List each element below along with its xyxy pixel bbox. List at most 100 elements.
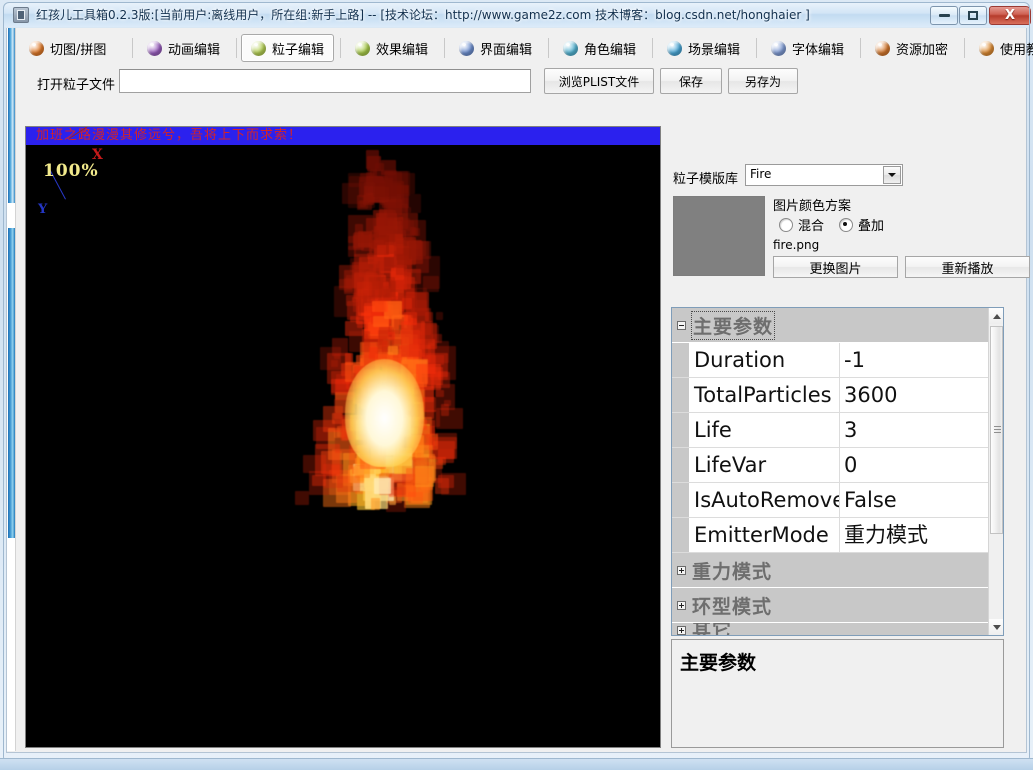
property-category-label: 重力模式 bbox=[692, 560, 773, 583]
particle-sprite bbox=[348, 331, 371, 352]
property-grid-scrollbar[interactable] bbox=[988, 308, 1003, 635]
particle-sprite bbox=[374, 468, 381, 474]
property-value[interactable]: -1 bbox=[840, 343, 988, 377]
property-value[interactable]: 0 bbox=[840, 448, 988, 482]
property-row[interactable]: TotalParticles 3600 bbox=[672, 378, 988, 413]
tab-2[interactable]: 动画编辑 bbox=[137, 34, 230, 62]
scroll-down-icon[interactable] bbox=[989, 619, 1003, 635]
tab-label: 界面编辑 bbox=[480, 42, 533, 58]
expand-icon[interactable] bbox=[677, 600, 686, 610]
particle-sprite bbox=[356, 281, 373, 297]
particle-preview-canvas[interactable]: 加班之路漫漫其修远兮，吾将上下而求索！ X Y 100% bbox=[25, 126, 661, 748]
change-image-button[interactable]: 更换图片 bbox=[773, 256, 898, 278]
radio-blend-label: 混合 bbox=[798, 219, 825, 234]
tab-separator bbox=[756, 38, 757, 58]
orange-ball-icon bbox=[875, 40, 890, 56]
tab-separator bbox=[132, 38, 133, 58]
property-value[interactable]: 重力模式 bbox=[840, 518, 988, 552]
property-value[interactable]: False bbox=[840, 483, 988, 517]
particle-sprite bbox=[369, 277, 396, 297]
particle-sprite bbox=[366, 150, 380, 169]
property-name: LifeVar bbox=[690, 448, 840, 482]
open-file-label: 打开粒子文件 bbox=[37, 78, 116, 93]
title-bar: 红孩儿工具箱0.2.3版:[当前用户:离线用户，所在组:新手上路] -- [技术… bbox=[4, 3, 1031, 27]
tab-3[interactable]: 粒子编辑 bbox=[241, 34, 335, 62]
property-grid[interactable]: 主要参数 Duration -1 TotalParticles 3600 Life 3 Lif… bbox=[671, 307, 1004, 636]
property-category-row[interactable]: 环型模式 bbox=[672, 588, 988, 623]
green-ball-icon bbox=[355, 40, 370, 56]
particle-sprite bbox=[434, 390, 444, 398]
particle-sprite bbox=[349, 176, 362, 188]
particle-sprite bbox=[401, 321, 426, 357]
tab-8[interactable]: 字体编辑 bbox=[761, 34, 854, 62]
browse-plist-button[interactable]: 浏览PLIST文件 bbox=[544, 68, 654, 94]
preview-banner: 加班之路漫漫其修远兮，吾将上下而求索！ bbox=[26, 127, 660, 145]
template-library-value: Fire bbox=[750, 167, 772, 181]
particle-sprite bbox=[440, 473, 466, 496]
tab-label: 场景编辑 bbox=[688, 42, 741, 58]
chevron-down-icon[interactable] bbox=[883, 166, 901, 184]
particle-sprite bbox=[330, 359, 338, 368]
tab-9[interactable]: 资源加密 bbox=[865, 34, 958, 62]
replay-button[interactable]: 重新播放 bbox=[905, 256, 1030, 278]
property-category-label: 其它 bbox=[692, 623, 733, 636]
tab-10[interactable]: 使用教程 bbox=[969, 34, 1033, 62]
property-value[interactable]: 3600 bbox=[840, 378, 988, 412]
particle-sprite bbox=[414, 466, 435, 487]
radio-blend[interactable]: 混合 bbox=[779, 215, 824, 234]
property-row-gutter bbox=[672, 518, 690, 552]
tab-separator bbox=[860, 38, 861, 58]
tab-label: 使用教程 bbox=[1000, 42, 1033, 58]
property-row[interactable]: Duration -1 bbox=[672, 343, 988, 378]
property-row[interactable]: IsAutoRemoveOnFinishFalse bbox=[672, 483, 988, 518]
collapse-icon[interactable] bbox=[677, 320, 686, 330]
blue-ball-icon bbox=[771, 40, 786, 56]
particle-sprite bbox=[424, 312, 433, 322]
left-scrollbar[interactable] bbox=[7, 28, 16, 751]
tab-6[interactable]: 角色编辑 bbox=[553, 34, 646, 62]
property-value[interactable]: 3 bbox=[840, 413, 988, 447]
property-name: Life bbox=[690, 413, 840, 447]
scroll-up-icon[interactable] bbox=[989, 308, 1003, 324]
tab-4[interactable]: 效果编辑 bbox=[345, 34, 438, 62]
tab-5[interactable]: 界面编辑 bbox=[449, 34, 542, 62]
save-button[interactable]: 保存 bbox=[660, 68, 722, 94]
property-category-label: 主要参数 bbox=[690, 310, 776, 340]
property-category-row[interactable]: 主要参数 bbox=[672, 308, 988, 343]
maximize-button[interactable] bbox=[959, 6, 987, 25]
minimize-button[interactable] bbox=[930, 6, 958, 25]
tab-label: 角色编辑 bbox=[584, 42, 637, 58]
image-file-name: fire.png bbox=[773, 238, 820, 252]
application-window: 红孩儿工具箱0.2.3版:[当前用户:离线用户，所在组:新手上路] -- [技术… bbox=[0, 0, 1033, 770]
property-category-row[interactable]: 重力模式 bbox=[672, 553, 988, 588]
expand-icon[interactable] bbox=[677, 565, 686, 575]
property-row[interactable]: LifeVar 0 bbox=[672, 448, 988, 483]
image-preview-swatch bbox=[673, 196, 765, 276]
template-library-select[interactable]: Fire bbox=[745, 164, 903, 186]
expand-icon[interactable] bbox=[677, 626, 686, 635]
left-scrollbar-thumb-lower[interactable] bbox=[8, 228, 15, 538]
particle-sprite bbox=[415, 363, 442, 391]
tab-1[interactable]: 切图/拼图 bbox=[19, 34, 116, 62]
left-scrollbar-thumb-upper[interactable] bbox=[8, 28, 15, 203]
particle-sprite bbox=[369, 346, 378, 359]
particle-sprite bbox=[375, 183, 392, 201]
radio-additive-icon bbox=[839, 217, 853, 232]
property-row[interactable]: EmitterMode 重力模式 bbox=[672, 518, 988, 553]
particle-sprite bbox=[356, 195, 373, 211]
close-button[interactable]: X bbox=[989, 6, 1031, 25]
tab-7[interactable]: 场景编辑 bbox=[657, 34, 750, 62]
radio-additive[interactable]: 叠加 bbox=[839, 215, 884, 234]
particle-file-path-input[interactable] bbox=[119, 69, 531, 93]
open-file-toolbar: 打开粒子文件 浏览PLIST文件 保存 另存为 bbox=[17, 68, 1025, 98]
property-row[interactable]: Life 3 bbox=[672, 413, 988, 448]
property-row-gutter bbox=[672, 343, 690, 377]
property-grid-scrollbar-thumb[interactable] bbox=[990, 326, 1003, 534]
property-category-row[interactable]: 其它 bbox=[672, 623, 988, 636]
taskbar-strip bbox=[0, 758, 1033, 770]
save-as-button[interactable]: 另存为 bbox=[728, 68, 798, 94]
radio-additive-label: 叠加 bbox=[858, 219, 885, 234]
tab-bar: 切图/拼图 动画编辑 粒子编辑 效果编辑 界面编辑 角色编辑 场景编辑 字体编辑 资源加密 使用教… bbox=[17, 34, 1033, 62]
zoom-level-label: 100% bbox=[43, 161, 99, 181]
app-icon bbox=[13, 7, 29, 23]
